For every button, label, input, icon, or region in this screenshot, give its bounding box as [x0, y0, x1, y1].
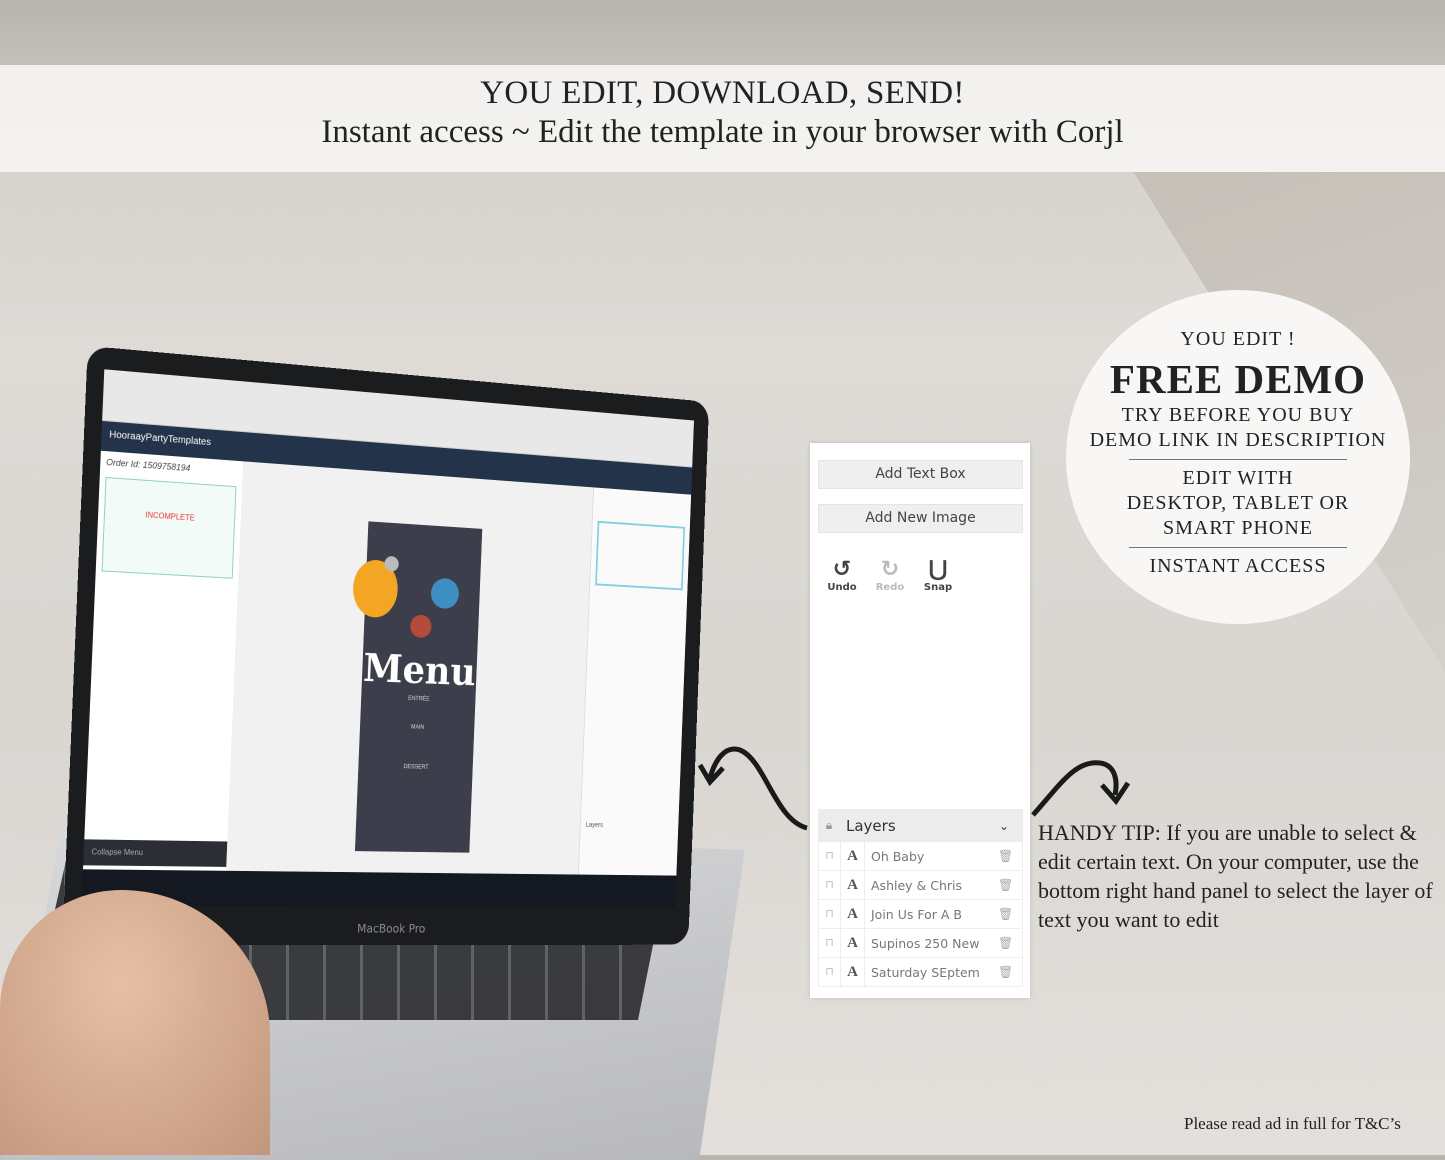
badge-text: DESKTOP, TABLET OR: [1126, 492, 1350, 514]
badge-title: FREE DEMO: [1109, 356, 1367, 402]
menu-title: Menu: [362, 645, 477, 695]
right-panel: Layers: [577, 487, 692, 876]
text-layer-icon: A: [841, 900, 865, 928]
chevron-down-icon[interactable]: ⌄: [999, 819, 1023, 833]
snap-label: Snap: [923, 582, 953, 593]
menu-section: MAIN: [410, 724, 425, 731]
badge-text: SMART PHONE: [1162, 517, 1313, 539]
text-layer-icon: A: [841, 958, 865, 986]
redo-icon: ↻: [880, 557, 900, 582]
planet-mars: [409, 614, 432, 639]
magnet-icon: ⋃: [928, 557, 948, 582]
trash-icon[interactable]: 🗑︎: [998, 965, 1022, 979]
badge-text: TRY BEFORE YOU BUY: [1121, 404, 1355, 426]
curved-arrow-left-icon: [697, 746, 808, 831]
undo-label: Undo: [827, 582, 857, 593]
menu-section: DESSERT: [403, 764, 429, 771]
banner-subline: Instant access ~ Edit the template in yo…: [321, 114, 1124, 150]
trash-icon[interactable]: 🗑︎: [998, 936, 1022, 950]
undo-button[interactable]: ↺ Undo: [822, 557, 862, 594]
layer-row[interactable]: ⊓ A Join Us For A B 🗑︎: [818, 900, 1023, 929]
text-layer-icon: A: [841, 929, 865, 957]
text-layer-icon: A: [841, 871, 865, 899]
redo-button[interactable]: ↻ Redo: [870, 557, 910, 594]
handy-tip: HANDY TIP: If you are unable to select &…: [1038, 820, 1433, 932]
divider: [1129, 459, 1347, 460]
menu-preview: Menu ENTRÉE MAIN DESSERT: [351, 521, 483, 853]
layer-name: Ashley & Chris: [871, 877, 963, 893]
add-new-image-button[interactable]: Add New Image: [818, 504, 1023, 533]
app-name: HooraayPartyTemplates: [109, 429, 212, 449]
unlock-icon[interactable]: ⊓: [819, 871, 841, 899]
collapse-menu[interactable]: Collapse Menu: [83, 839, 228, 867]
planet-moon: [384, 555, 400, 572]
unlock-icon[interactable]: ⊓: [819, 900, 841, 928]
unlock-icon[interactable]: ⊓: [819, 958, 841, 986]
layer-name: Oh Baby: [871, 848, 925, 864]
top-banner: YOU EDIT, DOWNLOAD, SEND! Instant access…: [0, 65, 1445, 172]
curved-arrow-right-icon: [1031, 760, 1131, 817]
layer-row[interactable]: ⊓ A Supinos 250 New 🗑︎: [818, 929, 1023, 958]
trash-icon[interactable]: 🗑︎: [998, 878, 1022, 892]
layer-name: Saturday SEptem: [871, 964, 980, 980]
layer-name: Supinos 250 New: [871, 935, 980, 951]
trash-icon[interactable]: 🗑︎: [998, 849, 1022, 863]
add-text-box-button[interactable]: Add Text Box: [818, 460, 1023, 489]
text-editor-box[interactable]: [595, 520, 686, 591]
text-layer-icon: A: [841, 842, 865, 870]
badge-text: INSTANT ACCESS: [1149, 555, 1327, 577]
unlock-icon[interactable]: ⊓: [819, 842, 841, 870]
layer-name: Join Us For A B: [871, 906, 962, 922]
layers-header[interactable]: 🔒︎ Layers ⌄: [818, 809, 1023, 842]
layer-row[interactable]: ⊓ A Ashley & Chris 🗑︎: [818, 871, 1023, 900]
layers-panel: 🔒︎ Layers ⌄ ⊓ A Oh Baby 🗑︎ ⊓ A Ashley & Chris…: [818, 809, 1023, 987]
badge-text: EDIT WITH: [1182, 467, 1294, 489]
terms-note: Please read ad in full for T&C’s: [1184, 1114, 1401, 1133]
left-panel: Order Id: 1509758194 INCOMPLETE Collapse…: [81, 450, 244, 907]
lock-icon: 🔒︎: [825, 818, 833, 832]
unlock-icon[interactable]: ⊓: [819, 929, 841, 957]
free-demo-badge: YOU EDIT ! FREE DEMO TRY BEFORE YOU BUY …: [1066, 290, 1410, 624]
divider: [1129, 547, 1347, 548]
menu-section: ENTRÉE: [407, 695, 430, 703]
layer-row[interactable]: ⊓ A Oh Baby 🗑︎: [818, 842, 1023, 871]
badge-text: DEMO LINK IN DESCRIPTION: [1089, 429, 1387, 451]
layer-row[interactable]: ⊓ A Saturday SEptem 🗑︎: [818, 958, 1023, 987]
undo-icon: ↺: [832, 557, 852, 582]
layers-label: Layers: [585, 821, 604, 829]
badge-text: YOU EDIT !: [1180, 328, 1296, 350]
laptop-screen: HooraayPartyTemplates Order Id: 15097581…: [62, 345, 710, 946]
trash-icon[interactable]: 🗑︎: [998, 907, 1022, 921]
snap-button[interactable]: ⋃ Snap: [918, 557, 958, 594]
status-badge: INCOMPLETE: [145, 510, 195, 523]
redo-label: Redo: [875, 582, 905, 593]
planet-earth: [430, 577, 460, 610]
editor-panel: Add Text Box Add New Image ↺ Undo ↻ Redo ⋃…: [810, 443, 1030, 998]
banner-headline: YOU EDIT, DOWNLOAD, SEND!: [480, 75, 965, 111]
layers-title: Layers: [846, 816, 896, 835]
status-card: INCOMPLETE: [101, 476, 237, 579]
